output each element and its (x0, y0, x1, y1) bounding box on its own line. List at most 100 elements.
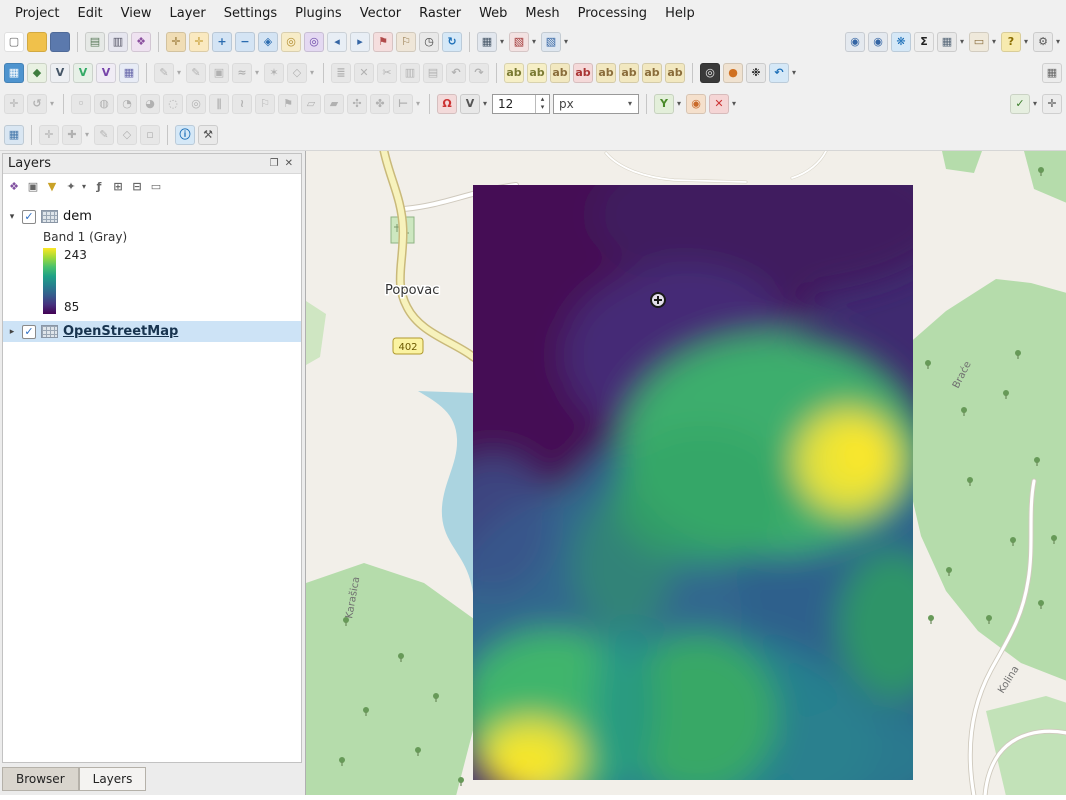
filter-legend-expression-icon[interactable]: ƒ (91, 178, 107, 194)
zoom-last-icon[interactable]: ◂ (327, 32, 347, 52)
delete-annotation-icon[interactable]: ▫ (140, 125, 160, 145)
trim-extend-icon[interactable]: ⊢▾ (393, 94, 422, 114)
new-3d-map-view-icon-dropdown[interactable]: ▾ (530, 37, 538, 46)
map-tips-icon[interactable]: ?▾ (1001, 32, 1030, 52)
tab-layers[interactable]: Layers (79, 767, 147, 791)
move-feature-icon[interactable]: ✛ (4, 94, 24, 114)
snap-on-intersection-icon[interactable]: ◉ (686, 94, 706, 114)
map-tools-settings-icon[interactable]: ⚒ (198, 125, 218, 145)
label-show-hide-icon[interactable]: ab (596, 63, 616, 83)
data-source-manager-icon[interactable]: ▦ (4, 63, 24, 83)
fill-ring-icon[interactable]: ◕ (140, 94, 160, 114)
close-panel-icon[interactable]: ✕ (282, 158, 296, 169)
layers-panel-header[interactable]: Layers ❐ ✕ (3, 154, 301, 174)
new-bookmark-icon[interactable]: ⚑ (373, 32, 393, 52)
zoom-in-icon[interactable]: + (212, 32, 232, 52)
open-project-icon[interactable] (27, 32, 47, 52)
menu-vector[interactable]: Vector (351, 3, 410, 24)
tracing-icon[interactable]: Y▾ (654, 94, 683, 114)
map-tips-icon-dropdown[interactable]: ▾ (1022, 37, 1030, 46)
offset-point-symbols-icon[interactable]: ✤ (370, 94, 390, 114)
vertex-tool-icon[interactable]: ◇▾ (287, 63, 316, 83)
snapping-mode-icon[interactable]: V▾ (460, 94, 489, 114)
label-move-icon[interactable]: ab (619, 63, 639, 83)
elevation-profile-icon[interactable]: ▧▾ (541, 32, 570, 52)
tracing-icon-dropdown[interactable]: ▾ (675, 99, 683, 108)
dem-raster-overlay[interactable] (473, 185, 913, 780)
elevation-profile-icon-dropdown[interactable]: ▾ (562, 37, 570, 46)
temporal-controller-icon[interactable]: ◷ (419, 32, 439, 52)
menu-layer[interactable]: Layer (161, 3, 215, 24)
new-mesh-layer-icon[interactable]: ▦ (119, 63, 139, 83)
float-panel-icon[interactable]: ❐ (267, 158, 282, 169)
undo-view-icon[interactable]: ↶▾ (769, 63, 798, 83)
vertex-tool-icon-dropdown[interactable]: ▾ (308, 68, 316, 77)
snapping-mode-icon-dropdown[interactable]: ▾ (481, 99, 489, 108)
filter-legend-icon[interactable]: ▼ (44, 178, 60, 194)
zoom-next-icon[interactable]: ▸ (350, 32, 370, 52)
options-icon-dropdown[interactable]: ▾ (1054, 37, 1062, 46)
georeferencer-icon[interactable]: ▦ (4, 125, 24, 145)
delete-ring-icon[interactable]: ◌ (163, 94, 183, 114)
snapping-tolerance-spinbox-down-icon[interactable]: ▾ (541, 104, 545, 112)
identify-search-icon[interactable]: ◉ (845, 32, 865, 52)
python-console-icon[interactable]: ● (723, 63, 743, 83)
split-features-icon[interactable]: ⚑ (278, 94, 298, 114)
menu-mesh[interactable]: Mesh (516, 3, 568, 24)
add-annotation-icon-dropdown[interactable]: ▾ (83, 130, 91, 139)
self-snapping-icon-dropdown[interactable]: ▾ (730, 99, 738, 108)
menu-project[interactable]: Project (6, 3, 68, 24)
paste-features-icon[interactable]: ▤ (423, 63, 443, 83)
new-print-layout-icon[interactable]: ▤ (85, 32, 105, 52)
debugging-tools-icon[interactable]: ❉ (746, 63, 766, 83)
save-project-icon[interactable] (50, 32, 70, 52)
manage-map-themes-icon[interactable]: ✦▾ (63, 178, 88, 194)
new-map-view-icon[interactable]: ▦▾ (477, 32, 506, 52)
menu-help[interactable]: Help (656, 3, 704, 24)
snapping-units-select[interactable]: px▾ (553, 94, 639, 114)
zoom-to-selection-icon[interactable]: ◎ (281, 32, 301, 52)
measure-icon[interactable]: ▭▾ (969, 32, 998, 52)
label-unpin-icon[interactable]: ab (573, 63, 593, 83)
new-map-view-icon-dropdown[interactable]: ▾ (498, 37, 506, 46)
menu-view[interactable]: View (112, 3, 161, 24)
modify-annotation-icon[interactable]: ✎ (94, 125, 114, 145)
add-annotation-icon[interactable]: ✚▾ (62, 125, 91, 145)
delete-selected-icon[interactable]: ✕ (354, 63, 374, 83)
new-virtual-layer-icon[interactable]: V (96, 63, 116, 83)
options-icon[interactable]: ⚙▾ (1033, 32, 1062, 52)
statistics-summary-icon[interactable]: Σ (914, 32, 934, 52)
toggle-editing-icon[interactable]: ✎ (186, 63, 206, 83)
undo-icon[interactable]: ↶ (446, 63, 466, 83)
new-shapefile-layer-icon[interactable]: V (50, 63, 70, 83)
move-annotation-icon[interactable]: ✛ (39, 125, 59, 145)
zoom-full-icon[interactable]: ◈ (258, 32, 278, 52)
add-part-icon[interactable]: ◔ (117, 94, 137, 114)
identify-features-icon[interactable]: ⓘ (175, 125, 195, 145)
overview-panel-icon[interactable]: ▦▾ (937, 32, 966, 52)
snapping-toggle-icon[interactable]: Ω (437, 94, 457, 114)
remove-layer-icon[interactable]: ▭ (148, 178, 164, 194)
zoom-to-layer-icon[interactable]: ◎ (304, 32, 324, 52)
add-group-icon[interactable]: ▣ (25, 178, 41, 194)
multiedit-attributes-icon[interactable]: ≣ (331, 63, 351, 83)
new-3d-map-view-icon[interactable]: ▧▾ (509, 32, 538, 52)
style-manager-icon[interactable]: ❖ (131, 32, 151, 52)
overview-panel-icon-dropdown[interactable]: ▾ (958, 37, 966, 46)
layer-checkbox-openstreetmap[interactable]: ✓ (22, 325, 36, 339)
merge-attributes-icon[interactable]: ▰ (324, 94, 344, 114)
merge-features-icon[interactable]: ▱ (301, 94, 321, 114)
collapse-caret-icon[interactable]: ▸ (7, 327, 17, 337)
tab-browser[interactable]: Browser (2, 767, 79, 791)
trim-extend-icon-dropdown[interactable]: ▾ (414, 99, 422, 108)
rotate-point-symbols-icon[interactable]: ✣ (347, 94, 367, 114)
label-pin-icon[interactable]: ab (550, 63, 570, 83)
new-project-icon[interactable]: ▢ (4, 32, 24, 52)
layer-checkbox-dem[interactable]: ✓ (22, 210, 36, 224)
cut-features-icon[interactable]: ✂ (377, 63, 397, 83)
undo-view-icon-dropdown[interactable]: ▾ (790, 68, 798, 77)
expand-caret-icon[interactable]: ▾ (7, 212, 17, 222)
annotation-vertex-icon[interactable]: ◇ (117, 125, 137, 145)
layout-manager-icon[interactable]: ▥ (108, 32, 128, 52)
new-spatialite-layer-icon[interactable]: V (73, 63, 93, 83)
